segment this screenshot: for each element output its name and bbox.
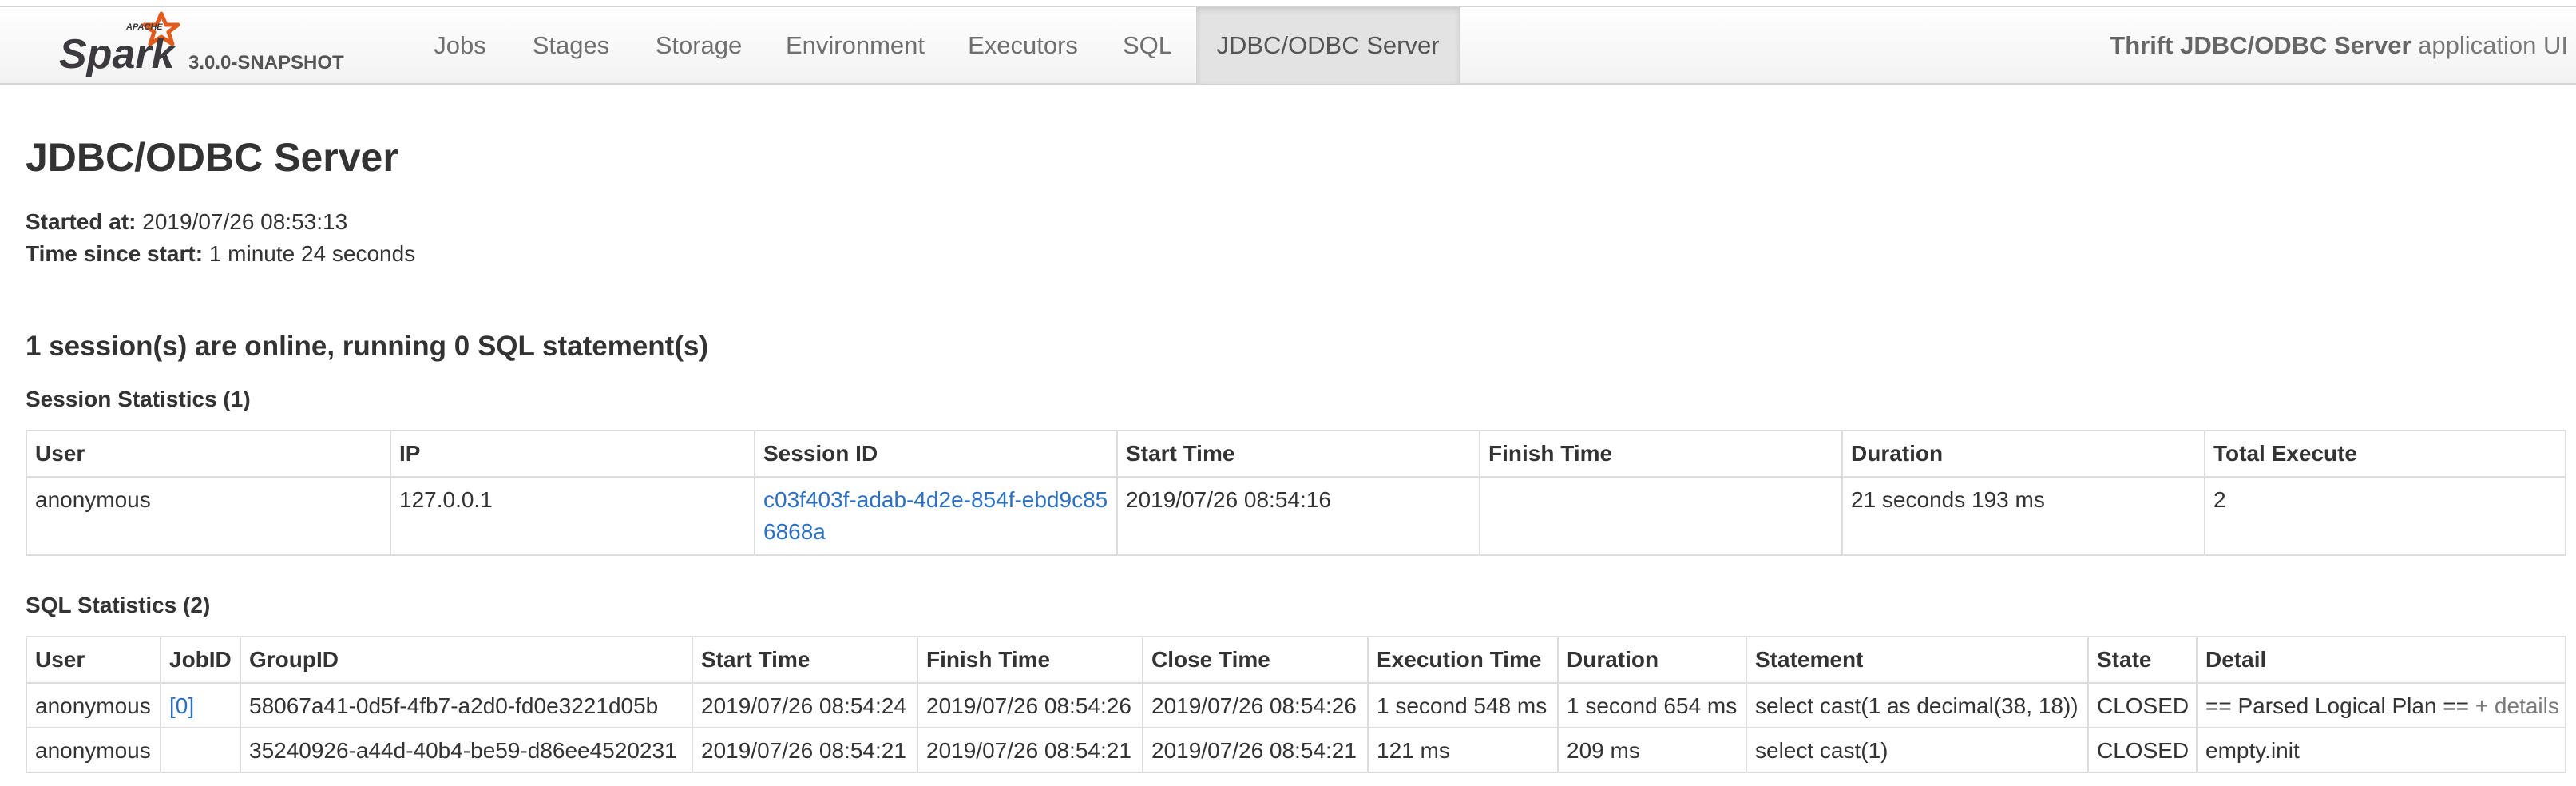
time-since-start-value: 1 minute 24 seconds [208, 241, 416, 266]
time-since-start: Time since start: 1 minute 24 seconds [26, 241, 415, 267]
cell-session-id: c03f403f-adab-4d2e-854f-ebd9c856868a [754, 476, 1118, 556]
column-header-state[interactable]: State [2087, 636, 2198, 684]
column-header-duration[interactable]: Duration [1557, 636, 1747, 684]
column-header-detail[interactable]: Detail [2196, 636, 2566, 684]
cell-close-time: 2019/07/26 08:54:26 [1142, 682, 1369, 728]
column-header-ip[interactable]: IP [390, 430, 755, 478]
svg-text:APACHE: APACHE [125, 22, 163, 32]
online-summary: 1 session(s) are online, running 0 SQL s… [26, 331, 709, 362]
cell-finish-time: 2019/07/26 08:54:21 [917, 727, 1143, 773]
time-since-start-label: Time since start: [26, 241, 204, 266]
cell-start-time: 2019/07/26 08:54:21 [692, 727, 918, 773]
cell-duration: 209 ms [1557, 727, 1747, 773]
column-header-group-id[interactable]: GroupID [240, 636, 693, 684]
app-title-name: Thrift JDBC/ODBC Server [2110, 31, 2412, 59]
column-header-job-id[interactable]: JobID [160, 636, 241, 684]
started-at-value: 2019/07/26 08:53:13 [142, 209, 348, 234]
spark-logo-icon: Spark APACHE [59, 11, 180, 77]
cell-execution-time: 1 second 548 ms [1367, 682, 1559, 728]
tab-environment[interactable]: Environment [775, 7, 936, 84]
tab-sql[interactable]: SQL [1112, 7, 1183, 84]
tab-jdbc-odbc-server[interactable]: JDBC/ODBC Server [1196, 7, 1460, 84]
table-row: anonymous 35240926-a44d-40b4-be59-d86ee4… [26, 727, 2566, 773]
cell-start-time: 2019/07/26 08:54:16 [1116, 476, 1480, 556]
cell-job-id [160, 727, 241, 773]
cell-duration: 21 seconds 193 ms [1841, 476, 2205, 556]
cell-finish-time [1479, 476, 1843, 556]
started-at-label: Started at: [26, 209, 137, 234]
cell-state: CLOSED [2087, 682, 2198, 728]
table-row: anonymous [0] 58067a41-0d5f-4fb7-a2d0-fd… [26, 682, 2566, 728]
app-title-suffix: application UI [2411, 31, 2568, 59]
column-header-start-time[interactable]: Start Time [692, 636, 918, 684]
column-header-start-time[interactable]: Start Time [1116, 430, 1480, 478]
detail-text: == Parsed Logical Plan == [2205, 693, 2470, 718]
cell-total-execute: 2 [2204, 476, 2566, 556]
cell-group-id: 58067a41-0d5f-4fb7-a2d0-fd0e3221d05b [240, 682, 693, 728]
cell-duration: 1 second 654 ms [1557, 682, 1747, 728]
tab-storage[interactable]: Storage [639, 7, 759, 84]
table-header-row: User JobID GroupID Start Time Finish Tim… [26, 636, 2566, 684]
top-navbar: Spark APACHE 3.0.0-SNAPSHOT Jobs Stages … [0, 6, 2576, 85]
cell-detail: empty.init [2196, 727, 2566, 773]
tab-jobs[interactable]: Jobs [415, 7, 505, 84]
cell-detail: == Parsed Logical Plan == + details [2196, 682, 2566, 728]
table-row: anonymous 127.0.0.1 c03f403f-adab-4d2e-8… [26, 476, 2566, 556]
job-id-link[interactable]: [0] [169, 693, 194, 718]
column-header-finish-time[interactable]: Finish Time [917, 636, 1143, 684]
page-title: JDBC/ODBC Server [26, 135, 398, 180]
column-header-execution-time[interactable]: Execution Time [1367, 636, 1559, 684]
cell-state: CLOSED [2087, 727, 2198, 773]
cell-statement: select cast(1) [1746, 727, 2089, 773]
column-header-close-time[interactable]: Close Time [1142, 636, 1369, 684]
column-header-user[interactable]: User [26, 430, 391, 478]
cell-execution-time: 121 ms [1367, 727, 1559, 773]
tab-stages[interactable]: Stages [519, 7, 623, 84]
spark-logo-link[interactable]: Spark APACHE 3.0.0-SNAPSHOT [57, 9, 361, 82]
column-header-finish-time[interactable]: Finish Time [1479, 430, 1843, 478]
column-header-total-execute[interactable]: Total Execute [2204, 430, 2566, 478]
session-statistics-heading[interactable]: Session Statistics (1) [26, 387, 251, 412]
table-header-row: User IP Session ID Start Time Finish Tim… [26, 430, 2566, 478]
session-statistics-table: User IP Session ID Start Time Finish Tim… [26, 430, 2566, 556]
cell-finish-time: 2019/07/26 08:54:26 [917, 682, 1143, 728]
column-header-statement[interactable]: Statement [1746, 636, 2089, 684]
column-header-user[interactable]: User [26, 636, 161, 684]
cell-user: anonymous [26, 727, 161, 773]
started-at: Started at: 2019/07/26 08:53:13 [26, 209, 347, 235]
session-id-link[interactable]: c03f403f-adab-4d2e-854f-ebd9c856868a [763, 487, 1108, 544]
column-header-session-id[interactable]: Session ID [754, 430, 1118, 478]
cell-start-time: 2019/07/26 08:54:24 [692, 682, 918, 728]
cell-statement: select cast(1 as decimal(38, 18)) [1746, 682, 2089, 728]
sql-statistics-heading[interactable]: SQL Statistics (2) [26, 593, 210, 618]
tab-executors[interactable]: Executors [955, 7, 1091, 84]
cell-job-id: [0] [160, 682, 241, 728]
spark-version: 3.0.0-SNAPSHOT [188, 52, 344, 73]
sql-statistics-table: User JobID GroupID Start Time Finish Tim… [26, 636, 2566, 773]
cell-close-time: 2019/07/26 08:54:21 [1142, 727, 1369, 773]
cell-ip: 127.0.0.1 [390, 476, 755, 556]
cell-group-id: 35240926-a44d-40b4-be59-d86ee4520231 [240, 727, 693, 773]
svg-text:Spark: Spark [59, 31, 177, 77]
cell-user: anonymous [26, 476, 391, 556]
application-title: Thrift JDBC/ODBC Server application UI [2110, 7, 2568, 84]
column-header-duration[interactable]: Duration [1841, 430, 2205, 478]
expand-details-link[interactable]: + details [2475, 693, 2559, 718]
cell-user: anonymous [26, 682, 161, 728]
